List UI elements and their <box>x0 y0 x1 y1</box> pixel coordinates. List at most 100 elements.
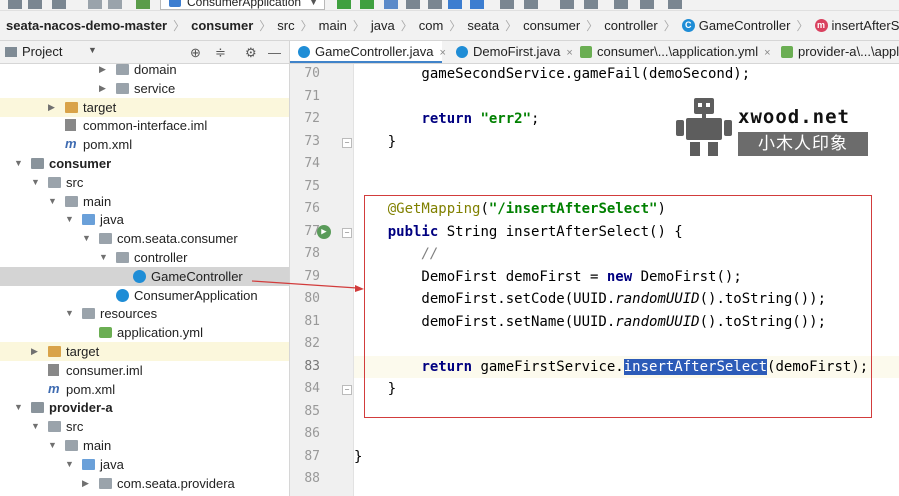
line-number[interactable]: 77 <box>290 221 320 244</box>
code-line[interactable]: // <box>354 243 899 266</box>
chevron-right-icon[interactable]: ▶ <box>31 342 41 361</box>
tree-item[interactable]: ▼ consumer <box>0 154 289 173</box>
line-number[interactable]: 73 <box>290 131 320 154</box>
line-number[interactable]: 70 <box>290 64 320 86</box>
chevron-down-icon[interactable]: ▼ <box>99 248 109 267</box>
tree-item[interactable]: ConsumerApplication <box>0 286 289 305</box>
jrebel-debug-icon[interactable] <box>470 0 484 9</box>
sync-icon[interactable] <box>52 0 66 9</box>
search-everywhere-icon[interactable] <box>668 0 682 9</box>
hide-panel-icon[interactable]: — <box>268 45 281 60</box>
code-line[interactable]: } <box>354 131 899 154</box>
code-line[interactable]: public String insertAfterSelect() { <box>354 221 899 244</box>
project-structure-icon[interactable] <box>560 0 574 9</box>
tree-item[interactable]: ▼ controller <box>0 248 289 267</box>
line-number[interactable]: 82 <box>290 333 320 356</box>
fold-marker-icon[interactable]: − <box>342 227 352 238</box>
run-configuration-select[interactable]: ConsumerApplication ▼ <box>160 0 325 10</box>
vcs-icon[interactable] <box>524 0 538 9</box>
tree-item[interactable]: consumer.iml <box>0 361 289 380</box>
code-line[interactable]: @GetMapping("/insertAfterSelect") <box>354 198 899 221</box>
tree-item[interactable]: ▼ java <box>0 455 289 474</box>
code-editor[interactable]: gameSecondService.gameFail(demoSecond); … <box>354 64 899 496</box>
run-endpoint-icon[interactable]: ▶ <box>317 224 331 239</box>
chevron-down-icon[interactable]: ▼ <box>88 45 97 55</box>
tree-item[interactable]: ▶ target <box>0 342 289 361</box>
settings-wrench-icon[interactable] <box>614 0 628 9</box>
save-icon[interactable] <box>28 0 42 9</box>
breadcrumb-item[interactable]: src <box>277 18 294 33</box>
chevron-down-icon[interactable]: ▼ <box>82 229 92 248</box>
chevron-right-icon[interactable]: ▶ <box>82 474 92 493</box>
code-line[interactable]: return gameFirstService.insertAfterSelec… <box>354 355 899 378</box>
line-number[interactable]: 81 <box>290 311 320 334</box>
line-number[interactable]: 85 <box>290 401 320 424</box>
breadcrumb-item[interactable]: seata <box>467 18 499 33</box>
close-tab-icon[interactable]: × <box>440 47 446 59</box>
tree-item[interactable]: application.yml <box>0 323 289 342</box>
code-line[interactable]: demoFirst.setName(UUID.randomUUID().toSt… <box>354 311 899 334</box>
open-icon[interactable] <box>8 0 22 9</box>
breadcrumb-item[interactable]: com <box>419 18 444 33</box>
editor-tab[interactable]: provider-a\...\appl <box>773 41 899 63</box>
chevron-down-icon[interactable]: ▼ <box>48 192 58 211</box>
code-line[interactable] <box>354 153 899 176</box>
sdk-icon[interactable] <box>584 0 598 9</box>
line-number[interactable]: 86 <box>290 423 320 446</box>
chevron-down-icon[interactable]: ▼ <box>14 398 24 417</box>
chevron-down-icon[interactable]: ▼ <box>31 173 41 192</box>
tree-item[interactable]: GameController <box>0 266 289 286</box>
collapse-all-icon[interactable]: ≑ <box>215 45 226 61</box>
code-line[interactable] <box>354 423 899 446</box>
tree-item[interactable]: ▶ service <box>0 79 289 98</box>
run-icon[interactable] <box>337 0 351 9</box>
chevron-down-icon[interactable]: ▼ <box>65 210 75 229</box>
chevron-down-icon[interactable]: ▼ <box>65 455 75 474</box>
chevron-right-icon[interactable]: ▶ <box>99 64 109 79</box>
gear-icon[interactable]: ⚙ <box>245 45 257 61</box>
breadcrumb-item[interactable]: consumer <box>191 18 253 33</box>
breadcrumb-item[interactable]: seata-nacos-demo-master <box>6 18 167 33</box>
debug-icon[interactable] <box>360 0 374 9</box>
code-line[interactable] <box>354 401 899 424</box>
tree-item[interactable]: ▼ src <box>0 173 289 192</box>
editor-tab[interactable]: DemoFirst.java × <box>448 41 573 63</box>
close-tab-icon[interactable]: × <box>764 47 770 59</box>
editor-tab[interactable]: consumer\...\application.yml × <box>572 41 771 63</box>
build-hammer-icon[interactable] <box>136 0 150 9</box>
breadcrumb-item[interactable]: minsertAfterSelect <box>814 18 899 33</box>
code-line[interactable]: gameSecondService.gameFail(demoSecond); <box>354 64 899 86</box>
update-icon[interactable] <box>500 0 514 9</box>
editor-tab[interactable]: GameController.java × <box>290 41 446 63</box>
tree-item[interactable]: ▼ resources <box>0 304 289 323</box>
breadcrumb-item[interactable]: consumer <box>523 18 580 33</box>
breadcrumb-item[interactable]: main <box>319 18 347 33</box>
profile-icon[interactable] <box>406 0 420 9</box>
stop-icon[interactable] <box>428 0 442 9</box>
jrebel-icon[interactable] <box>448 0 462 9</box>
tree-item[interactable]: m pom.xml <box>0 380 289 399</box>
code-line[interactable]: DemoFirst demoFirst = new DemoFirst(); <box>354 266 899 289</box>
code-line[interactable] <box>354 468 899 491</box>
fold-marker-icon[interactable]: − <box>342 137 352 148</box>
locate-target-icon[interactable]: ⊕ <box>190 45 201 61</box>
tree-item[interactable]: ▶ domain <box>0 64 289 79</box>
layout-icon[interactable] <box>640 0 654 9</box>
project-view-selector[interactable]: Project <box>22 44 62 59</box>
code-line[interactable]: return "err2"; <box>354 108 899 131</box>
line-number[interactable]: 87 <box>290 446 320 469</box>
line-number[interactable]: 83 <box>290 356 320 379</box>
line-number[interactable]: 71 <box>290 86 320 109</box>
line-number[interactable]: 74 <box>290 153 320 176</box>
line-number[interactable]: 76 <box>290 198 320 221</box>
tree-item[interactable]: ▼ main <box>0 192 289 211</box>
code-line[interactable] <box>354 86 899 109</box>
tree-item[interactable]: common-interface.iml <box>0 116 289 135</box>
line-number[interactable]: 80 <box>290 288 320 311</box>
chevron-down-icon[interactable]: ▼ <box>48 436 58 455</box>
back-icon[interactable] <box>88 0 102 9</box>
line-number[interactable]: 79 <box>290 266 320 289</box>
line-number[interactable]: 88 <box>290 468 320 491</box>
line-number[interactable]: 75 <box>290 176 320 199</box>
forward-icon[interactable] <box>108 0 122 9</box>
